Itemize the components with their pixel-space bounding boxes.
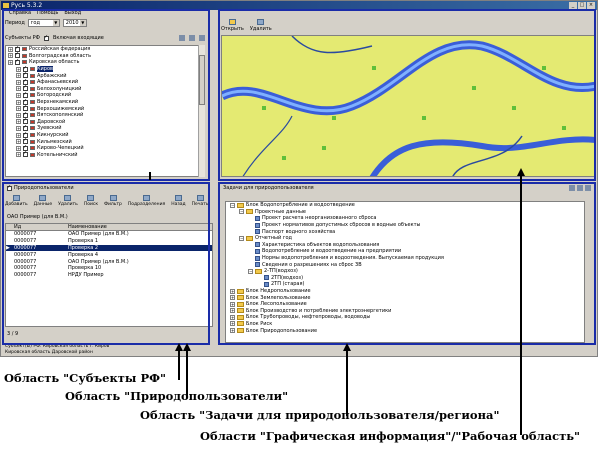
app-icon <box>3 3 9 8</box>
annotation-users: Область "Природопользователи" <box>65 389 289 403</box>
status-line-2: Кировская область Даровской район <box>5 350 93 355</box>
frame-tasks <box>218 182 596 345</box>
frame-subjects <box>2 9 210 181</box>
annotation-map: Области "Графическая информация"/"Рабоча… <box>200 429 581 443</box>
close-button[interactable]: × <box>587 2 595 9</box>
annotation-subjects: Область "Субъекты РФ" <box>4 371 167 385</box>
pointer-tasks <box>346 350 348 416</box>
app-title: Русь 5.3.2 <box>11 2 43 9</box>
minimize-button[interactable]: _ <box>569 2 577 9</box>
pointer-subjects <box>178 350 180 380</box>
pointer-subjects-top <box>149 172 151 180</box>
frame-map <box>218 9 596 181</box>
frame-users <box>2 182 210 345</box>
annotation-tasks: Область "Задачи для природопользователя/… <box>140 408 500 422</box>
maximize-button[interactable]: □ <box>578 2 586 9</box>
status-bar: Субъект(ы) РФ: Кировская область г. Киро… <box>1 344 597 357</box>
pointer-map <box>520 175 522 435</box>
